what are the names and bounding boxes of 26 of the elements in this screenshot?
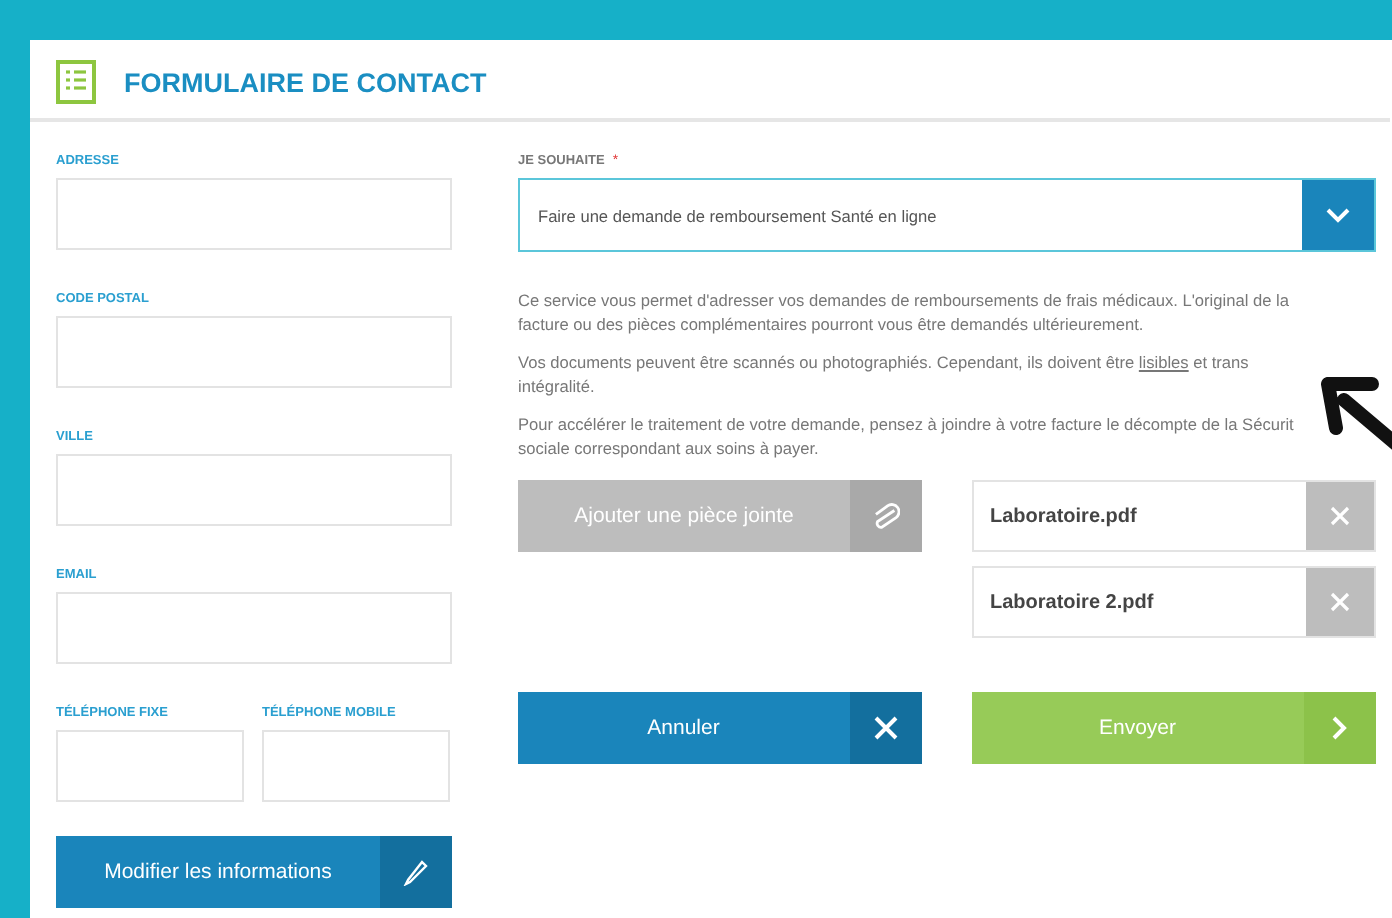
remove-button[interactable] <box>1306 568 1374 636</box>
link[interactable]: lisibles <box>1138 352 1189 372</box>
close-icon <box>873 716 897 740</box>
paperclip-icon <box>872 498 900 534</box>
input-field[interactable] <box>56 178 452 250</box>
info-paragraph: Ce service vous permet d'adresser vos demandes de remboursements de frais médicaux. L'original de la facture ou des pièces complémentaires pourront vous être demandés ultérieurement. <box>518 288 1291 336</box>
request-dropdown[interactable]: Faire une demande de remboursement Santé en ligne <box>518 178 1376 252</box>
chevron-down-icon <box>1326 207 1350 223</box>
form-title: FORMULAIRE DE CONTACT <box>124 67 487 97</box>
cancel-button[interactable]: Annuler <box>518 692 921 764</box>
input-field[interactable] <box>56 730 244 802</box>
modify-button[interactable]: Modifier les informations <box>56 836 452 908</box>
pencil-icon <box>402 858 430 886</box>
form-icon <box>56 60 96 104</box>
attachment-item: Laboratoire 2.pdf <box>972 566 1376 638</box>
close-icon <box>1330 506 1350 526</box>
remove-button[interactable] <box>1306 482 1374 550</box>
attachment-item: Laboratoire.pdf <box>972 480 1376 552</box>
input-field[interactable] <box>56 454 452 526</box>
input-field[interactable] <box>262 730 450 802</box>
chevron-right-icon <box>1332 716 1348 740</box>
input-field[interactable] <box>56 316 452 388</box>
info-paragraph: Pour accélérer le traitement de votre demande, pensez à joindre à votre facture le décompte de la Sécurit sociale correspondant aux soins à payer. <box>518 412 1296 460</box>
info-paragraph: Vos documents peuvent être scannés ou photographiés. Cependant, ils doivent être lisibles et trans intégralité. <box>518 350 1251 398</box>
close-icon <box>1330 592 1350 612</box>
input-field[interactable] <box>56 592 452 664</box>
